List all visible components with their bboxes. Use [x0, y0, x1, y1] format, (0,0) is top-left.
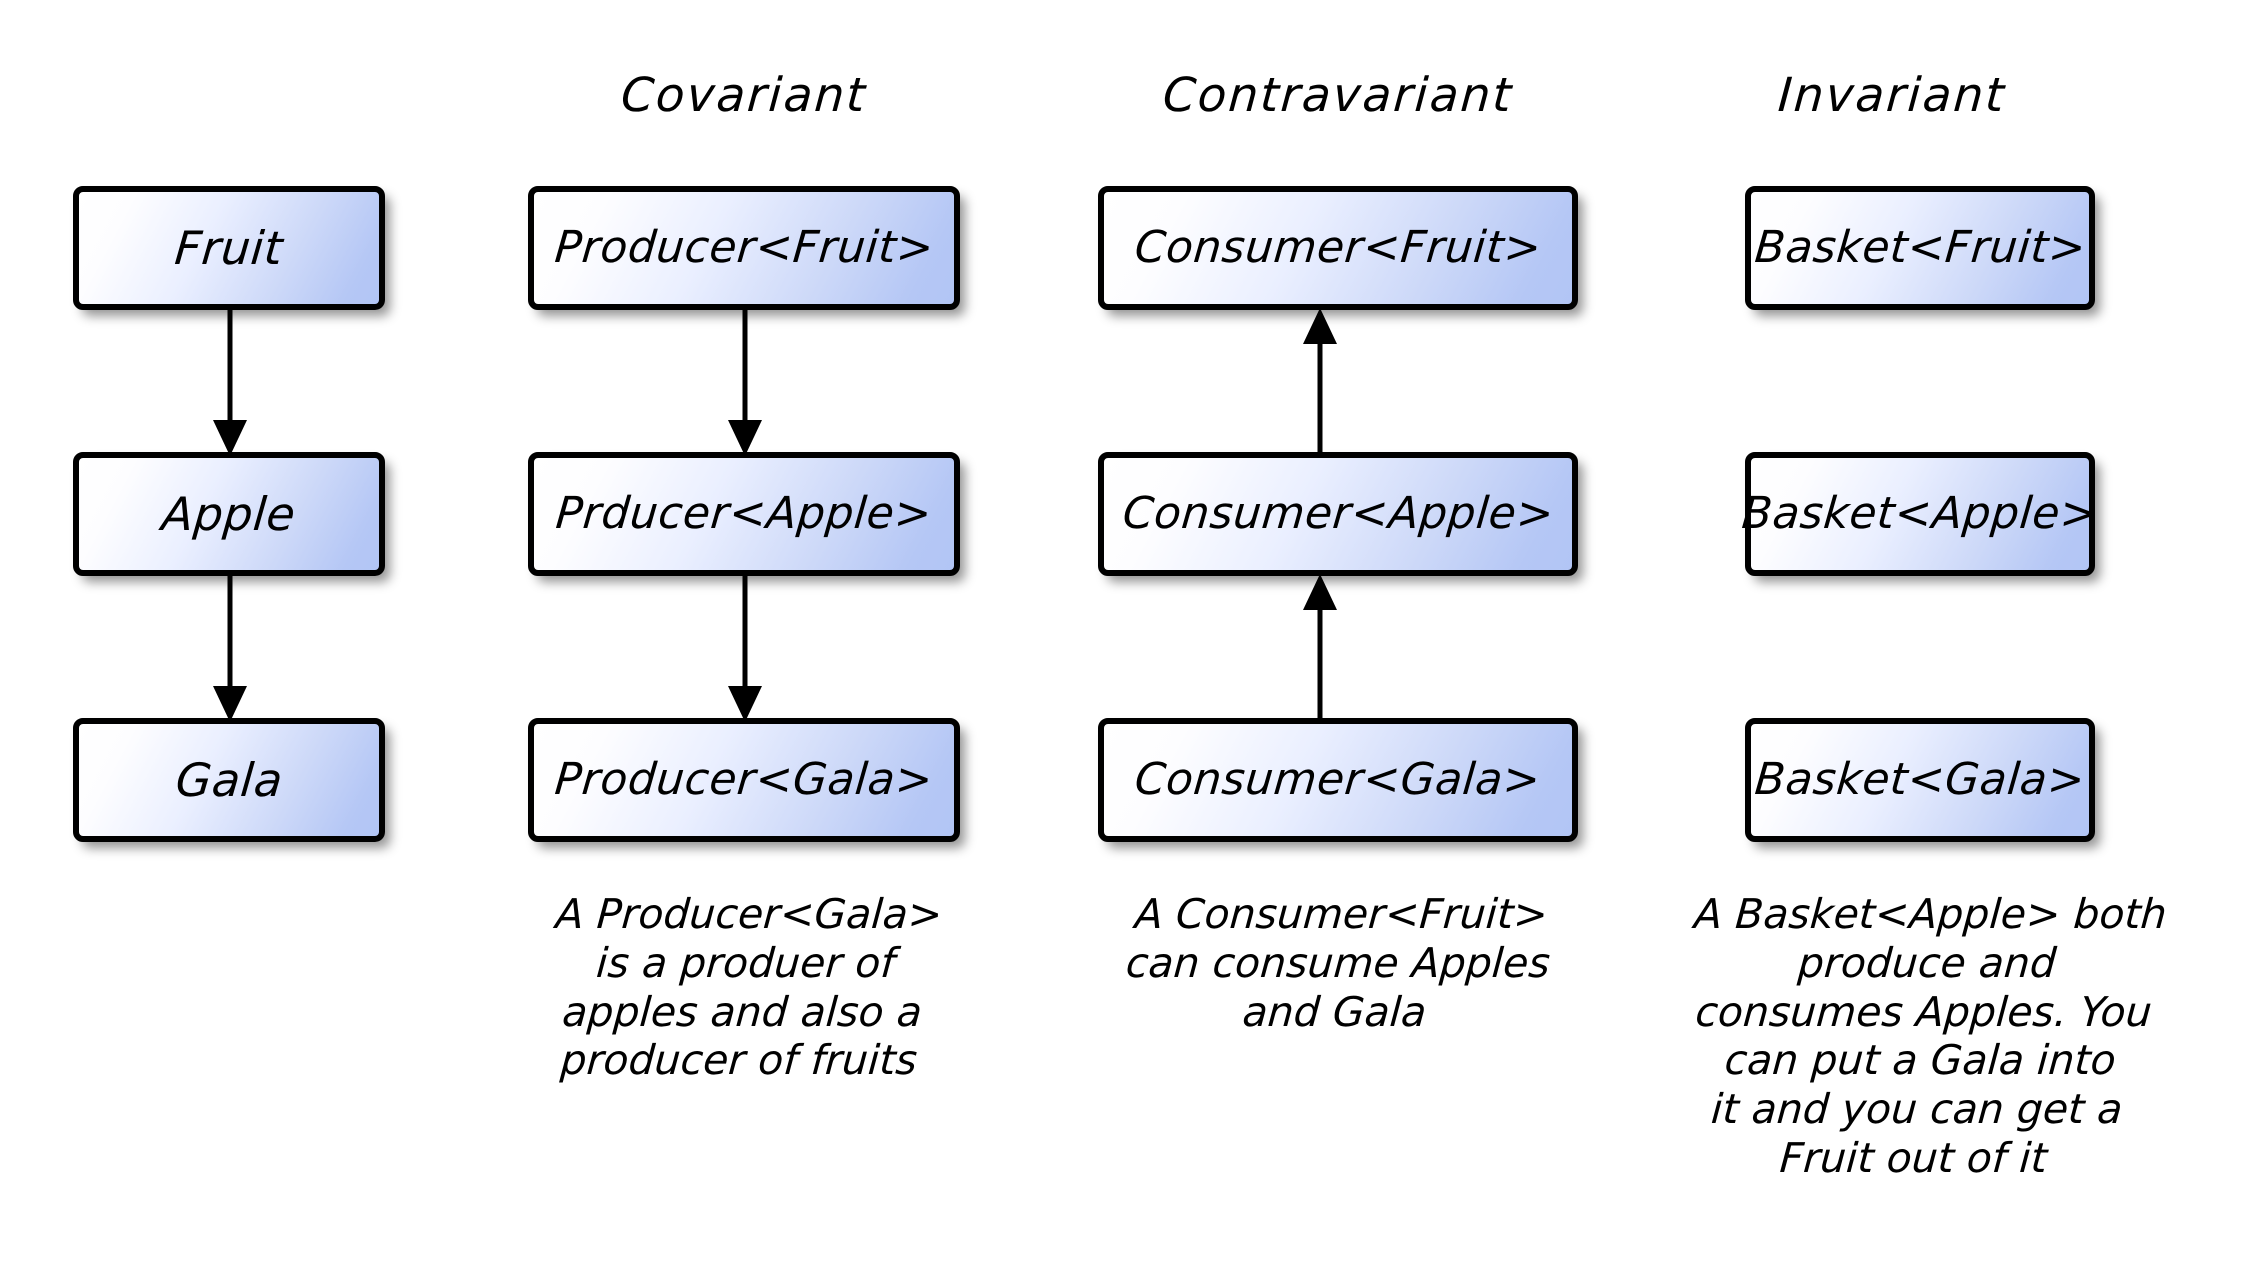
caption-line: can consume Apples: [1124, 938, 1552, 987]
caption-line: it and you can get a: [1709, 1085, 2125, 1134]
arrow-fruit-to-apple: [213, 306, 247, 456]
node-label: Consumer<Apple>: [1120, 488, 1556, 539]
node-basket-apple[interactable]: Basket<Apple>: [1740, 452, 2100, 576]
variance-diagram-canvas: Covariant Contravariant Invariant Fruit …: [0, 0, 2250, 1275]
column-header-covariant: Covariant: [619, 68, 869, 123]
caption-line: and Gala: [1241, 987, 1429, 1036]
caption-line: produce and: [1796, 938, 2058, 987]
arrow-apple-to-gala: [213, 572, 247, 722]
caption-line: can put a Gala into: [1723, 1036, 2118, 1085]
caption-line: producer of fruits: [559, 1036, 919, 1085]
caption-line: A Consumer<Fruit>: [1133, 890, 1550, 938]
caption-line: A Producer<Gala>: [554, 890, 945, 938]
node-label: Basket<Apple>: [1740, 488, 2100, 539]
caption-contravariant: A Consumer<Fruit> can consume Apples and…: [1053, 890, 1623, 1036]
node-producer-gala[interactable]: Producer<Gala>: [528, 718, 960, 842]
arrow-producer-apple-to-gala: [728, 572, 762, 722]
node-label: Producer<Gala>: [552, 754, 936, 805]
node-gala[interactable]: Gala: [73, 718, 385, 842]
caption-line: is a produer of: [594, 938, 897, 987]
caption-covariant: A Producer<Gala> is a produer of apples …: [481, 890, 1007, 1085]
node-producer-fruit[interactable]: Producer<Fruit>: [528, 186, 960, 310]
arrow-producer-fruit-to-apple: [728, 306, 762, 456]
node-label: Apple: [159, 487, 299, 541]
caption-line: Fruit out of it: [1778, 1133, 2049, 1182]
node-fruit[interactable]: Fruit: [73, 186, 385, 310]
node-consumer-apple[interactable]: Consumer<Apple>: [1098, 452, 1578, 576]
node-basket-gala[interactable]: Basket<Gala>: [1745, 718, 2095, 842]
node-producer-apple[interactable]: Prducer<Apple>: [528, 452, 960, 576]
node-label: Consumer<Fruit>: [1132, 222, 1544, 273]
node-label: Basket<Gala>: [1752, 754, 2088, 805]
arrow-consumer-apple-to-fruit: [1303, 308, 1337, 458]
caption-invariant: A Basket<Apple> both produce and consume…: [1662, 890, 2182, 1183]
caption-line: consumes Apples. You: [1693, 987, 2154, 1036]
node-label: Gala: [173, 753, 285, 807]
node-label: Fruit: [172, 221, 286, 275]
node-basket-fruit[interactable]: Basket<Fruit>: [1745, 186, 2095, 310]
node-consumer-gala[interactable]: Consumer<Gala>: [1098, 718, 1578, 842]
node-label: Producer<Fruit>: [552, 222, 936, 273]
caption-line: A Basket<Apple> both: [1692, 890, 2169, 938]
column-header-contravariant: Contravariant: [1161, 68, 1515, 123]
node-label: Basket<Fruit>: [1752, 222, 2088, 273]
node-consumer-fruit[interactable]: Consumer<Fruit>: [1098, 186, 1578, 310]
column-header-invariant: Invariant: [1776, 68, 2008, 123]
node-apple[interactable]: Apple: [73, 452, 385, 576]
node-label: Consumer<Gala>: [1133, 754, 1543, 805]
arrow-consumer-gala-to-apple: [1303, 574, 1337, 724]
node-label: Prducer<Apple>: [553, 488, 935, 539]
caption-line: apples and also a: [560, 987, 924, 1036]
